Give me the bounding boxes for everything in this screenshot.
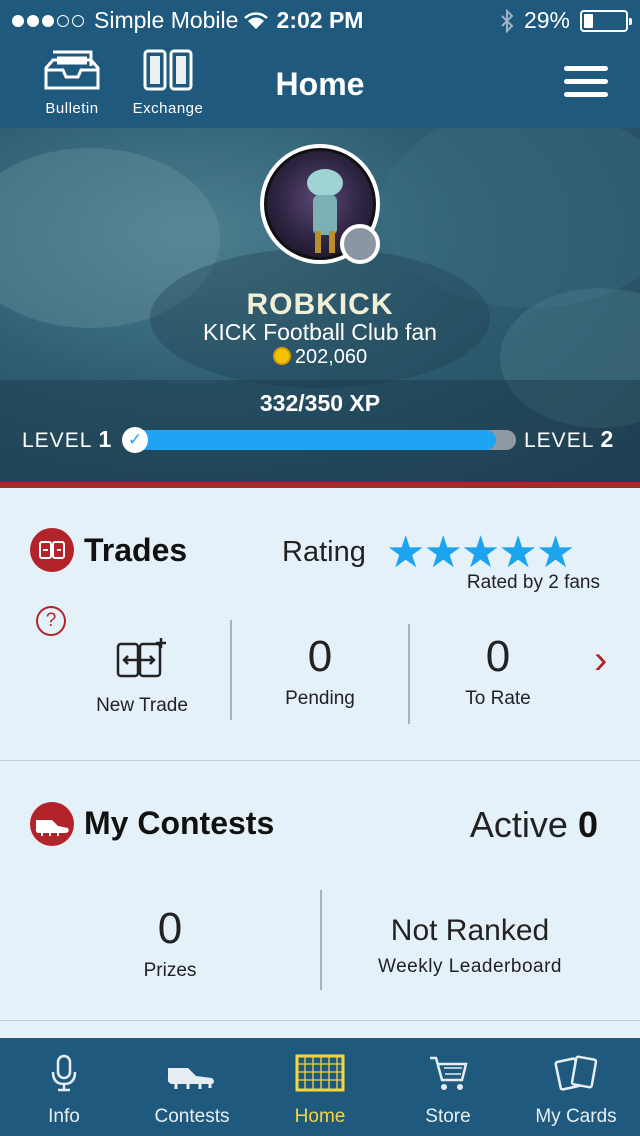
divider [0,482,640,488]
prizes-stat[interactable]: 0 Prizes [100,904,240,982]
boot-icon [167,1068,214,1089]
star-icon: ★ [535,528,575,577]
to-rate-trades[interactable]: 0 To Rate [428,632,568,710]
hamburger-menu-icon[interactable] [564,66,608,98]
contests-boot-icon [30,802,74,846]
profile-hero: ROBKICK KICK Football Club fan 202,060 3… [0,128,640,482]
pending-count: 0 [307,632,333,681]
coin-amount: 202,060 [294,346,368,368]
tab-home-label: Home [294,1106,346,1127]
current-level-label: LEVEL [22,429,92,452]
rank-value[interactable]: Not Ranked [322,914,618,948]
club-fan-text: KICK Football Club fan [203,319,437,345]
active-contests: Active 0 [470,804,598,846]
tab-info-label: Info [48,1106,80,1127]
bluetooth-icon [501,8,514,33]
tab-info[interactable]: Info [0,1038,128,1136]
tab-contests[interactable]: Contests [128,1038,256,1136]
star-icon: ★ [386,528,425,577]
cards-icon [554,1055,598,1091]
star-icon: ★ [498,528,537,577]
pending-label: Pending [285,688,355,709]
coin-icon [272,347,291,365]
goal-icon [295,1054,345,1092]
battery-percent: 29% [523,7,570,33]
tab-bar: Info Contests Home Store My Cards [0,1038,640,1136]
rating-label: Rating [282,536,366,568]
new-trade-button[interactable]: New Trade [72,636,212,717]
rank-label: Weekly Leaderboard [378,956,562,977]
rating-stars: ★★★★★ [386,527,575,578]
trades-icon [30,528,74,572]
divider [0,1020,640,1021]
xp-progress-bar: ✓ [122,427,516,453]
help-icon[interactable]: ? [36,606,66,636]
presence-status-dot [340,224,380,264]
to-rate-count: 0 [485,632,511,681]
xp-text: 332/350 XP [259,390,381,416]
page-title: Home [275,66,365,102]
app-header: Simple Mobile 2:02 PM 29% Bulletin Excha… [0,0,640,128]
tab-my-cards-label: My Cards [535,1106,617,1127]
star-icon: ★ [423,528,462,577]
tab-home[interactable]: Home [256,1038,384,1136]
new-trade-label: New Trade [96,695,188,716]
cart-icon [430,1056,468,1090]
divider [408,624,410,724]
coin-balance: 202,060 [0,346,640,369]
current-level-number: 1 [98,426,113,452]
status-bar: Simple Mobile 2:02 PM 29% [0,0,640,40]
prizes-count: 0 [157,904,183,953]
battery-icon [580,9,632,32]
active-count: 0 [577,804,598,845]
divider [230,620,232,720]
active-label: Active [469,804,568,845]
tab-contests-label: Contests [154,1106,230,1127]
star-icon: ★ [460,528,500,577]
tab-store-label: Store [425,1106,471,1127]
current-level: LEVEL 1 [22,426,112,453]
xp-progress-fill [126,430,497,450]
next-level-label: LEVEL [524,429,594,452]
to-rate-label: To Rate [465,688,531,709]
microphone-icon [51,1054,77,1092]
tab-store[interactable]: Store [384,1038,512,1136]
contests-title: My Contests [84,805,275,841]
check-icon: ✓ [122,427,148,453]
new-trade-icon [116,638,166,678]
chevron-right-icon[interactable]: › [594,638,607,683]
username: ROBKICK [246,288,394,321]
divider [0,760,640,761]
tab-my-cards[interactable]: My Cards [512,1038,640,1136]
trades-title: Trades [84,532,188,568]
next-level: LEVEL 2 [524,426,614,453]
pending-trades[interactable]: 0 Pending [250,632,390,710]
rated-by-text: Rated by 2 fans [466,572,600,593]
prizes-label: Prizes [143,960,197,981]
next-level-number: 2 [600,426,615,452]
